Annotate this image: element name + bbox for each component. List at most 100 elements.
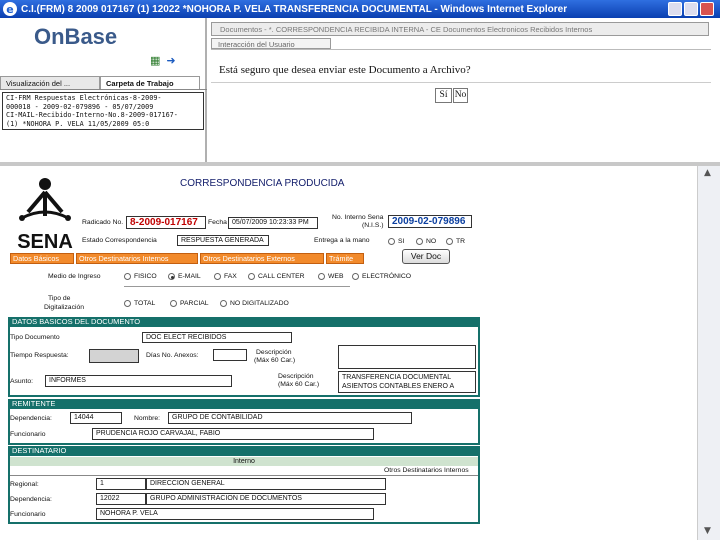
destinatario-funcionario-label: Funcionario [10,511,46,518]
tab-otros-destinatarios-externos[interactable]: Otros Destinatarios Externos [200,253,324,264]
remitente-funcionario-label: Funcionario [10,431,46,438]
radicado-field[interactable]: 8-2009-017167 [126,216,206,229]
medio-fisico-label: FISICO [134,273,157,280]
entrega-label: Entrega a la mano [314,237,370,244]
dialog-divider [211,49,711,50]
destinatario-funcionario-field[interactable]: NOHORA P. VELA [96,508,374,520]
descripcion-field[interactable]: TRANSFERENCIA DOCUMENTAL ASIENTOS CONTAB… [338,371,476,393]
dig-total-radio[interactable] [124,300,131,307]
window-titlebar: e C.I.(FRM) 8 2009 017167 (1) 12022 *NOH… [0,0,720,18]
remitente-nombre-label: Nombre: [134,415,161,422]
medio-fax-label: FAX [224,273,237,280]
otros-destinatarios-label[interactable]: Otros Destinatarios Internos [384,467,469,474]
entrega-tr-radio[interactable] [446,238,453,245]
scroll-up-icon[interactable]: ▲ [704,168,711,178]
close-button[interactable] [700,2,714,16]
no-button[interactable]: No [453,88,468,103]
form-title: CORRESPONDENCIA PRODUCIDA [180,178,345,189]
medio-electronico-label: ELECTRÓNICO [362,273,412,280]
destinatario-regional-code[interactable]: 1 [96,478,146,490]
tipo-digitalizacion-label: Tipo de [48,295,71,302]
destinatario-dependencia-label: Dependencia: [10,496,52,503]
maximize-button[interactable] [684,2,698,16]
dig-no-digitalizado-label: NO DIGITALIZADO [230,300,289,307]
forward-arrow-icon[interactable]: ➜ [166,54,175,67]
entrega-si-label: SI [398,238,405,245]
list-item[interactable]: 000018 - 2009-02-079896 - 05/07/2009 [6,103,200,112]
medio-email-label: E-MAIL [178,273,201,280]
remitente-dependencia-code[interactable]: 14044 [70,412,122,424]
destinatario-dependencia-field[interactable]: GRUPO ADMINISTRACION DE DOCUMENTOS [146,493,386,505]
medio-fisico-radio[interactable] [124,273,131,280]
onbase-logo: OnBase [34,24,118,49]
entrega-no-radio[interactable] [416,238,423,245]
tab-visualizacion[interactable]: Visualización del ... [0,76,100,89]
left-tabs: Visualización del ... Carpeta de Trabajo [0,76,207,90]
radicado-label: Radicado No. [82,219,124,226]
nis-field[interactable]: 2009-02-079896 [388,215,472,228]
list-item[interactable]: CI-MAIL-Recibido-Interno-No.8-2009-01716… [6,111,200,120]
desc-anexos-field[interactable] [338,345,476,369]
vertical-scrollbar[interactable]: ▲ ▼ [697,166,720,540]
destinatario-header: DESTINATARIO [8,446,480,456]
medio-fax-radio[interactable] [214,273,221,280]
dias-anexos-label: Días No. Anexos: [146,352,199,359]
dig-no-digitalizado-radio[interactable] [220,300,227,307]
datos-basicos-header: DATOS BASICOS DEL DOCUMENTO [8,317,480,327]
tiempo-respuesta-label: Tiempo Respuesta: [10,352,69,359]
tab-otros-destinatarios-internos[interactable]: Otros Destinatarios Internos [76,253,198,264]
minimize-button[interactable] [668,2,682,16]
tab-tramite[interactable]: Trámite [326,253,364,264]
asunto-field[interactable]: INFORMES [45,375,232,387]
remitente-nombre-field[interactable]: GRUPO DE CONTABILIDAD [168,412,412,424]
yes-button[interactable]: Sí [435,88,452,103]
dias-anexos-field[interactable] [213,349,247,361]
tab-carpeta-de-trabajo[interactable]: Carpeta de Trabajo [100,76,200,89]
left-toolbar: ▦ ➜ [150,54,176,67]
medio-web-label: WEB [328,273,344,280]
descripcion-label: Descripción [278,373,314,380]
destinatario-regional-field[interactable]: DIRECCION GENERAL [146,478,386,490]
medio-web-radio[interactable] [318,273,325,280]
tab-datos-basicos[interactable]: Datos Básicos [10,253,74,264]
remitente-header: REMITENTE [8,399,480,409]
estado-label: Estado Correspondencia [82,237,157,244]
nis-label: No. Interno Sena [332,214,384,221]
desc-anexos-label-sub: (Máx 60 Car.) [254,357,296,364]
correspondence-form: SENA CORRESPONDENCIA PRODUCIDA Radicado … [0,166,697,540]
ver-doc-button[interactable]: Ver Doc [402,249,450,264]
tab-interaccion-usuario[interactable]: Interacción del Usuario [211,38,331,49]
medio-electronico-radio[interactable] [352,273,359,280]
desc-anexos-label: Descripción [256,349,292,356]
descripcion-label-sub: (Máx 60 Car.) [278,381,320,388]
remitente-funcionario-field[interactable]: PRUDENCIA ROJO CARVAJAL, FABIO [92,428,374,440]
destinatario-divider [10,475,478,476]
medio-call-center-radio[interactable] [248,273,255,280]
destinatario-regional-label: Regional: [10,481,39,488]
confirm-question: Está seguro que desea enviar este Docume… [219,64,471,76]
entrega-si-radio[interactable] [388,238,395,245]
tipo-documento-field[interactable]: DOC ELECT RECIBIDOS [142,332,292,343]
scroll-down-icon[interactable]: ▼ [704,526,711,536]
remitente-dependencia-label: Dependencia: [10,415,52,422]
entrega-no-label: NO [426,238,437,245]
tipo-documento-label: Tipo Documento [10,334,60,341]
destinatario-dependencia-code[interactable]: 12022 [96,493,146,505]
medio-email-radio[interactable] [168,273,175,280]
grid-icon[interactable]: ▦ [150,54,160,67]
descripcion-line-2: ASIENTOS CONTABLES ENERO A [342,383,455,390]
sena-logo-text: SENA [17,231,73,252]
list-item[interactable]: CI-FRM Respuestas Electrónicas-8-2009- [6,94,200,103]
tiempo-respuesta-field[interactable] [89,349,139,363]
asunto-label: Asunto: [10,378,34,385]
dig-parcial-radio[interactable] [170,300,177,307]
list-item[interactable]: (1) *NOHORA P. VELA 11/05/2009 05:0 [6,120,200,129]
dialog-separator [211,82,711,83]
onbase-left-pane: OnBase ▦ ➜ Visualización del ... Carpeta… [0,18,207,162]
medio-ingreso-label: Medio de Ingreso [48,273,101,280]
medio-underline [124,286,350,287]
estado-field[interactable]: RESPUESTA GENERADA [177,235,269,246]
tipo-digitalizacion-label-2: Digitalización [44,304,85,311]
document-tab[interactable]: Documentos - *. CORRESPONDENCIA RECIBIDA… [211,22,709,36]
fecha-field[interactable]: 05/07/2009 10:23:33 PM [228,217,318,229]
